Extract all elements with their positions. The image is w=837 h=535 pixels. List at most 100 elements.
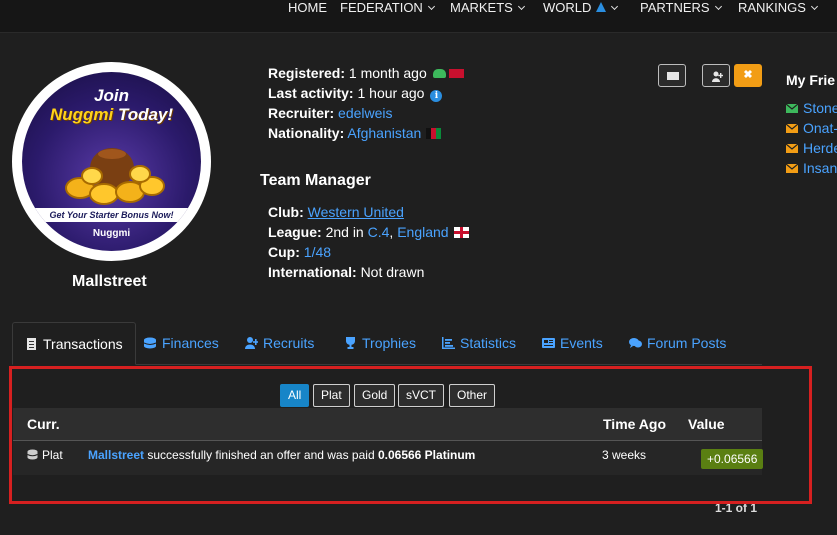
filter-all-button[interactable]: All: [280, 384, 310, 407]
nav-home[interactable]: HOME: [288, 0, 327, 15]
nav-world-label: WORLD: [543, 0, 592, 15]
coins-icon: [144, 337, 157, 349]
row-amount: 0.06566 Platinum: [377, 448, 476, 462]
last-activity-label: Last activity:: [268, 85, 354, 101]
user-plus-icon: [712, 71, 723, 82]
league-country-link[interactable]: England: [397, 224, 448, 240]
ad-brand-logo: Nuggmi: [92, 228, 131, 239]
tab-trophies[interactable]: Trophies: [344, 322, 416, 364]
bar-chart-icon: [442, 337, 455, 349]
cup-link[interactable]: 1/48: [304, 244, 331, 260]
tab-label: Finances: [162, 335, 219, 351]
friend-item[interactable]: Insan: [786, 160, 837, 177]
tab-forum-posts[interactable]: Forum Posts: [629, 322, 726, 364]
envelope-icon: [786, 144, 798, 153]
table-row: Plat Mallstreet successfully finished an…: [13, 441, 764, 475]
friend-item[interactable]: Stone: [786, 100, 837, 117]
column-header-curr: Curr.: [27, 416, 60, 432]
row-user-link[interactable]: Mallstreet: [88, 448, 144, 462]
row-time-ago: 3 weeks: [602, 448, 647, 462]
nav-markets[interactable]: MARKETS: [450, 0, 525, 15]
recruiter-row: Recruiter: edelweis: [268, 105, 393, 122]
nationality-label: Nationality:: [268, 125, 345, 141]
club-row: Club: Western United: [268, 204, 404, 221]
row-currency-label: Plat: [42, 448, 63, 462]
tab-events[interactable]: Events: [542, 322, 603, 364]
afghanistan-flag-icon: [426, 128, 442, 139]
info-icon[interactable]: i: [430, 90, 443, 102]
envelope-icon: [786, 164, 798, 173]
recruiter-label: Recruiter:: [268, 105, 335, 121]
friend-item[interactable]: Herde: [786, 140, 837, 157]
club-label: Club:: [268, 204, 304, 220]
nav-rankings-label: RANKINGS: [738, 0, 806, 15]
block-user-button[interactable]: ✖: [734, 64, 762, 87]
ad-join-text: Join: [94, 86, 129, 105]
document-icon: [27, 338, 36, 350]
chevron-down-icon: [810, 2, 818, 11]
nav-markets-label: MARKETS: [450, 0, 513, 15]
flag-badge-icon: [448, 69, 464, 78]
trophy-icon: [346, 337, 355, 349]
cup-label: Cup:: [268, 244, 300, 260]
filter-other-button[interactable]: Other: [449, 384, 496, 407]
nav-federation[interactable]: FEDERATION: [340, 0, 435, 15]
add-friend-button[interactable]: [702, 64, 730, 87]
tab-statistics[interactable]: Statistics: [442, 322, 516, 364]
ad-strip-text: Get Your Starter Bonus Now!: [30, 208, 193, 222]
friend-item[interactable]: Onat-: [786, 120, 837, 137]
club-link[interactable]: Western United: [308, 204, 404, 220]
chevron-down-icon: [427, 2, 435, 11]
chevron-down-icon: [517, 2, 525, 11]
transactions-table-header: Curr. Time Ago Value: [13, 408, 762, 441]
tab-label: Events: [560, 335, 603, 351]
league-position: 2nd in: [325, 224, 364, 240]
tab-finances[interactable]: Finances: [144, 322, 219, 364]
column-header-value: Value: [688, 416, 725, 432]
nationality-row: Nationality: Afghanistan: [268, 125, 442, 142]
newspaper-icon: [542, 338, 555, 348]
avatar[interactable]: Join Nuggmi Today! Get Your Starter Bonu…: [12, 62, 211, 261]
ad-title: Nuggmi Today!: [22, 105, 201, 125]
envelope-icon: [786, 104, 798, 113]
pagination-info: 1-1 of 1: [715, 501, 758, 515]
top-nav: HOME FEDERATION MARKETS WORLD PARTNERS R…: [0, 0, 837, 33]
row-desc-text: successfully finished an offer and was p…: [147, 448, 375, 462]
tab-label: Forum Posts: [647, 335, 727, 351]
row-currency: Plat: [27, 448, 63, 462]
filter-gold-button[interactable]: Gold: [354, 384, 396, 407]
nav-rankings[interactable]: RANKINGS: [738, 0, 818, 15]
friend-name: Onat-: [803, 120, 837, 136]
nav-partners[interactable]: PARTNERS: [640, 0, 722, 15]
tab-label: Trophies: [362, 335, 416, 351]
nav-federation-label: FEDERATION: [340, 0, 423, 15]
registered-row: Registered: 1 month ago: [268, 65, 464, 82]
league-division-link[interactable]: C.4: [368, 224, 390, 240]
ad-brand-word: Nuggmi: [49, 105, 114, 124]
filter-svct-button[interactable]: sVCT: [398, 384, 444, 407]
column-header-time-ago: Time Ago: [603, 416, 667, 432]
nav-world[interactable]: WORLD: [543, 0, 619, 15]
team-manager-title: Team Manager: [260, 172, 371, 189]
user-plus-icon: [245, 337, 258, 349]
profile-username: Mallstreet: [72, 273, 147, 290]
recruiter-link[interactable]: edelweis: [338, 105, 392, 121]
tab-recruits[interactable]: Recruits: [245, 322, 314, 364]
phone-icon: [432, 69, 446, 78]
send-message-button[interactable]: [658, 64, 686, 87]
registered-value: 1 month ago: [348, 65, 427, 81]
avatar-ad-image: Join Nuggmi Today! Get Your Starter Bonu…: [22, 72, 201, 251]
comments-icon: [629, 338, 642, 348]
tab-transactions[interactable]: Transactions: [12, 322, 136, 365]
chevron-down-icon: [611, 2, 619, 11]
filter-plat-button[interactable]: Plat: [313, 384, 350, 407]
value-badge: +0.06566: [701, 449, 764, 469]
envelope-icon: [786, 124, 798, 133]
coins-icon: [27, 449, 38, 460]
nationality-link[interactable]: Afghanistan: [347, 125, 421, 141]
league-separator: ,: [389, 224, 394, 240]
league-row: League: 2nd in C.4, England: [268, 224, 469, 241]
warning-triangle-icon: [596, 2, 607, 12]
row-description: Mallstreet successfully finished an offe…: [88, 448, 475, 462]
tab-label: Transactions: [43, 336, 123, 352]
